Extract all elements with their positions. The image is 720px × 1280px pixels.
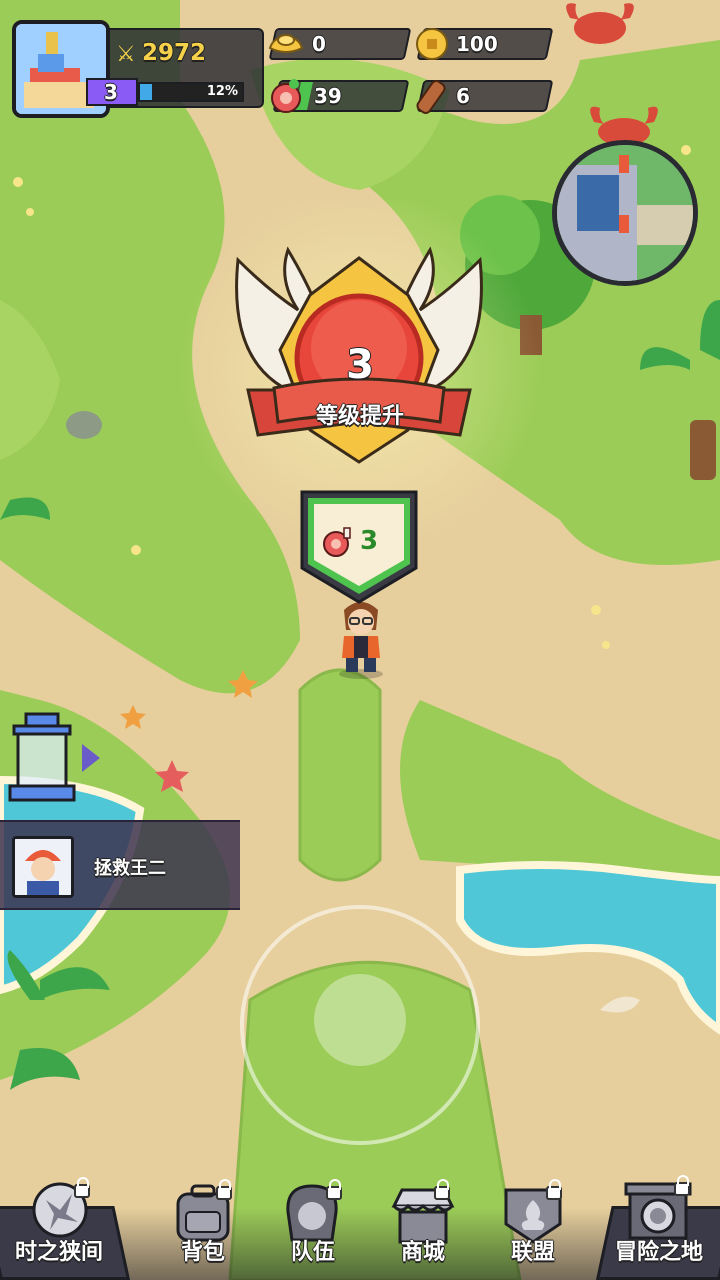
exp-percent: 12%	[206, 84, 238, 99]
quest-npc-avatar	[12, 836, 74, 898]
nav-label: 冒险之地	[614, 1240, 703, 1265]
gold-ingot-icon	[268, 34, 304, 53]
power-value: 2972	[142, 40, 207, 66]
nav-label: 背包	[180, 1240, 225, 1265]
nav-label: 商城	[400, 1240, 445, 1265]
level-up-title: 等级提升	[315, 404, 404, 429]
crab-enemy[interactable]	[560, 0, 640, 50]
lock-icon	[326, 1179, 342, 1200]
capsule-item-icon[interactable]	[6, 712, 78, 804]
nav-time-rift[interactable]: 时之狭间	[4, 1177, 114, 1280]
wood-value: 6	[456, 84, 470, 108]
coin-icon	[416, 28, 448, 60]
lock-icon	[674, 1175, 690, 1196]
arrow-right-icon[interactable]	[82, 744, 100, 772]
nav-label: 时之狭间	[14, 1240, 103, 1265]
meat-icon	[323, 527, 351, 557]
npc-portrait	[15, 839, 71, 895]
lock-icon	[216, 1179, 232, 1200]
nav-label: 队伍	[290, 1240, 335, 1265]
nav-shop[interactable]: 商城	[368, 1179, 478, 1280]
nav-backpack[interactable]: 背包	[148, 1179, 258, 1280]
reward-banner	[300, 490, 418, 604]
quest-tracker[interactable]: 拯救王二	[0, 820, 240, 910]
reward-amount: 3	[360, 526, 379, 556]
nav-adventure[interactable]: 冒险之地	[604, 1175, 714, 1280]
player-character[interactable]	[330, 596, 392, 680]
meat-value: 39	[314, 84, 342, 108]
meat-icon	[271, 79, 301, 113]
level-value: 3	[104, 80, 118, 104]
lock-icon	[434, 1179, 450, 1200]
exp-bar: 12%	[138, 82, 244, 102]
level-up-number: 3	[346, 342, 374, 388]
gold-ingot-value: 0	[312, 32, 326, 56]
lock-icon	[546, 1179, 562, 1200]
wood-icon	[416, 80, 446, 114]
nav-team[interactable]: 队伍	[258, 1179, 368, 1280]
swords-icon: ⚔	[116, 42, 136, 67]
exp-bar-fill	[140, 84, 153, 100]
nav-alliance[interactable]: 联盟	[478, 1179, 588, 1280]
level-badge: 3	[86, 78, 138, 106]
nav-label: 联盟	[510, 1240, 555, 1265]
lock-icon	[74, 1177, 90, 1198]
coins-value: 100	[456, 32, 498, 56]
quest-text: 拯救王二	[94, 858, 166, 879]
